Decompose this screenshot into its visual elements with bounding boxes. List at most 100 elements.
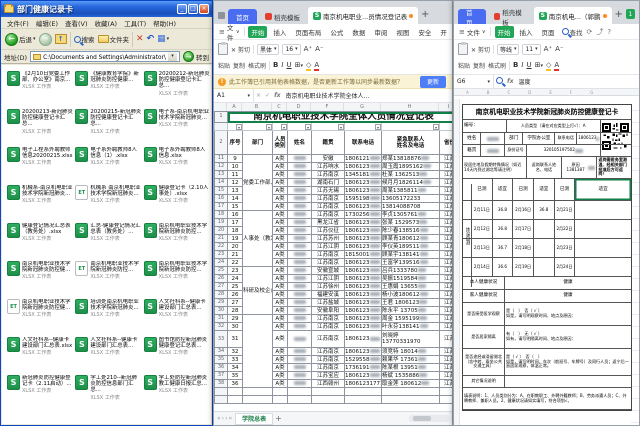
ribbon-tab-审阅[interactable]: 审阅 [371, 26, 390, 38]
forward-button[interactable]: → [39, 33, 52, 46]
sync-icon[interactable]: ⟳ [587, 28, 593, 36]
file-item[interactable]: S南京机电职业技术学院新冠肺炎防控健...XLSX 工作表 [6, 259, 74, 297]
decrease-font-button[interactable]: A⁻ [315, 45, 323, 53]
up-button[interactable]: ↑ [55, 34, 67, 44]
file-item[interactable]: S人文社科系--健康卡建设部门汇总表...XLSX 工作表 [143, 297, 211, 335]
copy-button[interactable]: 复制 [473, 61, 485, 70]
underline-button[interactable]: U [286, 61, 291, 69]
format-painter-button[interactable]: 格式刷 [488, 61, 506, 70]
file-item[interactable]: ET机械系 南京机电职业技术学院新冠肺炎...XLSX 工作表 [74, 183, 142, 221]
table-row[interactable]: 119党委工作部、院办A类安徽1806121郑某13818876江苏 [215, 155, 453, 163]
update-button[interactable]: 更新 [420, 76, 446, 88]
tab-document[interactable]: S 南京机电...（郭鹏） [534, 7, 612, 24]
filter-dropdown-icon[interactable]: ▾ [338, 124, 344, 130]
filter-dropdown-icon[interactable]: ▾ [433, 124, 439, 130]
font-size-select[interactable]: 11▾ [522, 44, 540, 55]
staff-table[interactable]: 1南京机电职业技术学院全体人员情况登记表▾▾▾▾▾▾▾▾2序号部门人员 类别姓名… [214, 111, 452, 404]
file-item[interactable]: S《2月10日党委工作部、办公室》南京...XLSX 工作表 [6, 69, 74, 107]
menu-item-1[interactable]: 编辑(E) [33, 18, 61, 28]
col-letter-B[interactable]: B [242, 103, 272, 111]
address-dropdown[interactable]: ▾ [168, 52, 177, 61]
file-item[interactable]: S学工处防控新冠肺炎教工健康日报汇总...XLSX 工作表 [143, 373, 211, 411]
menu-item-5[interactable]: 帮助(H) [150, 18, 179, 28]
col-letter-F[interactable]: F [311, 103, 344, 111]
go-button[interactable]: →转到 [183, 51, 209, 62]
ribbon-tab-插入[interactable]: 插入 [517, 26, 536, 38]
col-letter-C[interactable]: C [272, 103, 287, 111]
file-item[interactable]: S健康登记情况汇总表（教务处）.xlsxXLSX 工作表 [6, 221, 74, 259]
sheet-nav-buttons[interactable]: «‹›» [217, 415, 233, 422]
italic-button[interactable]: I [281, 61, 283, 69]
ribbon-tab-数据[interactable]: 数据 [349, 26, 368, 38]
search-icon[interactable] [494, 77, 505, 86]
selected-cell[interactable]: 适宜 [575, 179, 631, 200]
font-color-button[interactable]: A [554, 61, 559, 70]
ribbon-tab-页面布局[interactable]: 页面布局 [292, 26, 324, 38]
col-letter-H[interactable]: H [381, 103, 439, 111]
tab-document[interactable]: S 南京机电职业...员情况登记表 [308, 7, 418, 24]
table-row[interactable]: 1816人事处（教发）A类江苏南京1730256李贞1305761江苏 [215, 211, 453, 219]
ribbon-tab-安全[interactable]: 安全 [415, 26, 434, 38]
new-tab-button[interactable]: + [421, 9, 429, 20]
add-sheet-button[interactable]: + [275, 414, 282, 423]
file-item[interactable]: S电子系-南京机电职业技术学院新冠肺炎...XLSX 工作表 [143, 107, 211, 145]
file-item[interactable]: S南京机电职业技术学院新冠肺炎防控...XLSX 工作表 [143, 259, 211, 297]
font-select[interactable]: 等线▾ [497, 44, 520, 55]
paste-button[interactable]: 粘贴 [458, 61, 470, 70]
filter-dropdown-icon[interactable]: ▾ [281, 124, 287, 130]
back-button[interactable]: ←后退▾ [5, 33, 36, 46]
share-icon[interactable]: ⤴ [596, 27, 603, 37]
bold-button[interactable]: B [513, 61, 518, 69]
filter-dropdown-icon[interactable]: ▾ [266, 124, 272, 130]
views-button[interactable]: ▦▾ [157, 34, 169, 44]
decrease-font-button[interactable]: A⁻ [555, 45, 563, 53]
ribbon-tab-插入[interactable]: 插入 [270, 26, 289, 38]
copy-button[interactable]: 复制 [233, 61, 245, 70]
ribbon-tab-视图[interactable]: 视图 [393, 26, 412, 38]
file-item[interactable]: S机械系-南京机电职业技术学院新冠肺炎...XLSX 工作表 [6, 183, 74, 221]
file-menu-button[interactable]: ≡文件∨ [219, 22, 240, 42]
file-item[interactable]: S人文社科系--健康卡建设部门汇总表.xlsxXLSX 工作表 [6, 335, 74, 373]
file-item[interactable]: S20200215-新冠肺炎防控健康登记卡汇总...XLSX 工作表 [74, 107, 142, 145]
file-item[interactable]: S汇总-健康登记情况汇总表（教务处）...XLSX 工作表 [74, 221, 142, 259]
italic-button[interactable]: I [521, 61, 523, 69]
ribbon-tab-页面[interactable]: 页面 [539, 26, 558, 38]
file-item[interactable]: S健康登记卡（2.10人事处）.xlsxXLSX 工作表 [143, 183, 211, 221]
file-menu-button[interactable]: ≡文件∨ [459, 27, 486, 37]
ribbon-tab-公式[interactable]: 公式 [327, 26, 346, 38]
file-item[interactable]: S电子系外聘教师8人信息.xlsxXLSX 工作表 [143, 145, 211, 183]
minimize-button[interactable]: _ [177, 4, 187, 14]
increase-font-button[interactable]: A⁺ [544, 45, 552, 53]
search-button[interactable]: 搜索 [74, 34, 95, 44]
close-button[interactable]: × [199, 4, 209, 14]
font-select[interactable]: 黑体▾ [257, 44, 280, 55]
paste-icon[interactable] [218, 43, 228, 55]
tab-home[interactable]: 首页 [458, 9, 486, 24]
new-tab-button[interactable]: + [615, 9, 623, 20]
help-button[interactable]: ? [607, 28, 611, 36]
borders-button[interactable]: ⊞▾ [535, 61, 543, 69]
file-item[interactable]: ET南京机电职业技术学院新冠肺炎防控健...XLSX 工作表 [6, 297, 74, 335]
cut-button[interactable]: ✕ 剪切 [231, 45, 250, 54]
bold-button[interactable]: B [273, 61, 278, 69]
formula-value[interactable]: 南京机电职业技术学院全体人... [283, 91, 452, 100]
menu-item-3[interactable]: 收藏(A) [92, 18, 121, 28]
ribbon-tab-开发工具[interactable]: 开发工具 [437, 26, 447, 38]
underline-button[interactable]: U [526, 61, 531, 69]
maximize-button[interactable]: □ [188, 4, 198, 14]
col-letter-D[interactable]: D [287, 103, 311, 111]
explorer-title-bar[interactable]: 部门健康记录卡 _ □ × [1, 1, 212, 17]
tab-templates[interactable]: 稻壳模板 [489, 9, 531, 24]
font-color-button[interactable]: A [314, 61, 319, 70]
sheet-tab-active[interactable]: 学院总表 [235, 413, 273, 425]
format-painter-button[interactable]: 格式刷 [248, 61, 266, 70]
file-item[interactable]: S南京机电职业技术学院新冠肺炎防控...XLSX 工作表 [143, 221, 211, 259]
borders-button[interactable]: ⊞▾ [295, 61, 303, 69]
filter-dropdown-icon[interactable]: ▾ [375, 124, 381, 130]
file-item[interactable]: S电子系外聘教师8人信息（1）.xlsxXLSX 工作表 [74, 145, 142, 183]
horizontal-scrollbar[interactable] [409, 415, 449, 422]
fill-color-button[interactable]: ◇ [306, 61, 311, 70]
file-item[interactable]: S20200212-新冠肺炎防控健康登记卡汇总...XLSX 工作表 [143, 69, 211, 107]
undo-button[interactable]: ↶ [147, 34, 155, 44]
menu-item-4[interactable]: 工具(T) [121, 18, 149, 28]
